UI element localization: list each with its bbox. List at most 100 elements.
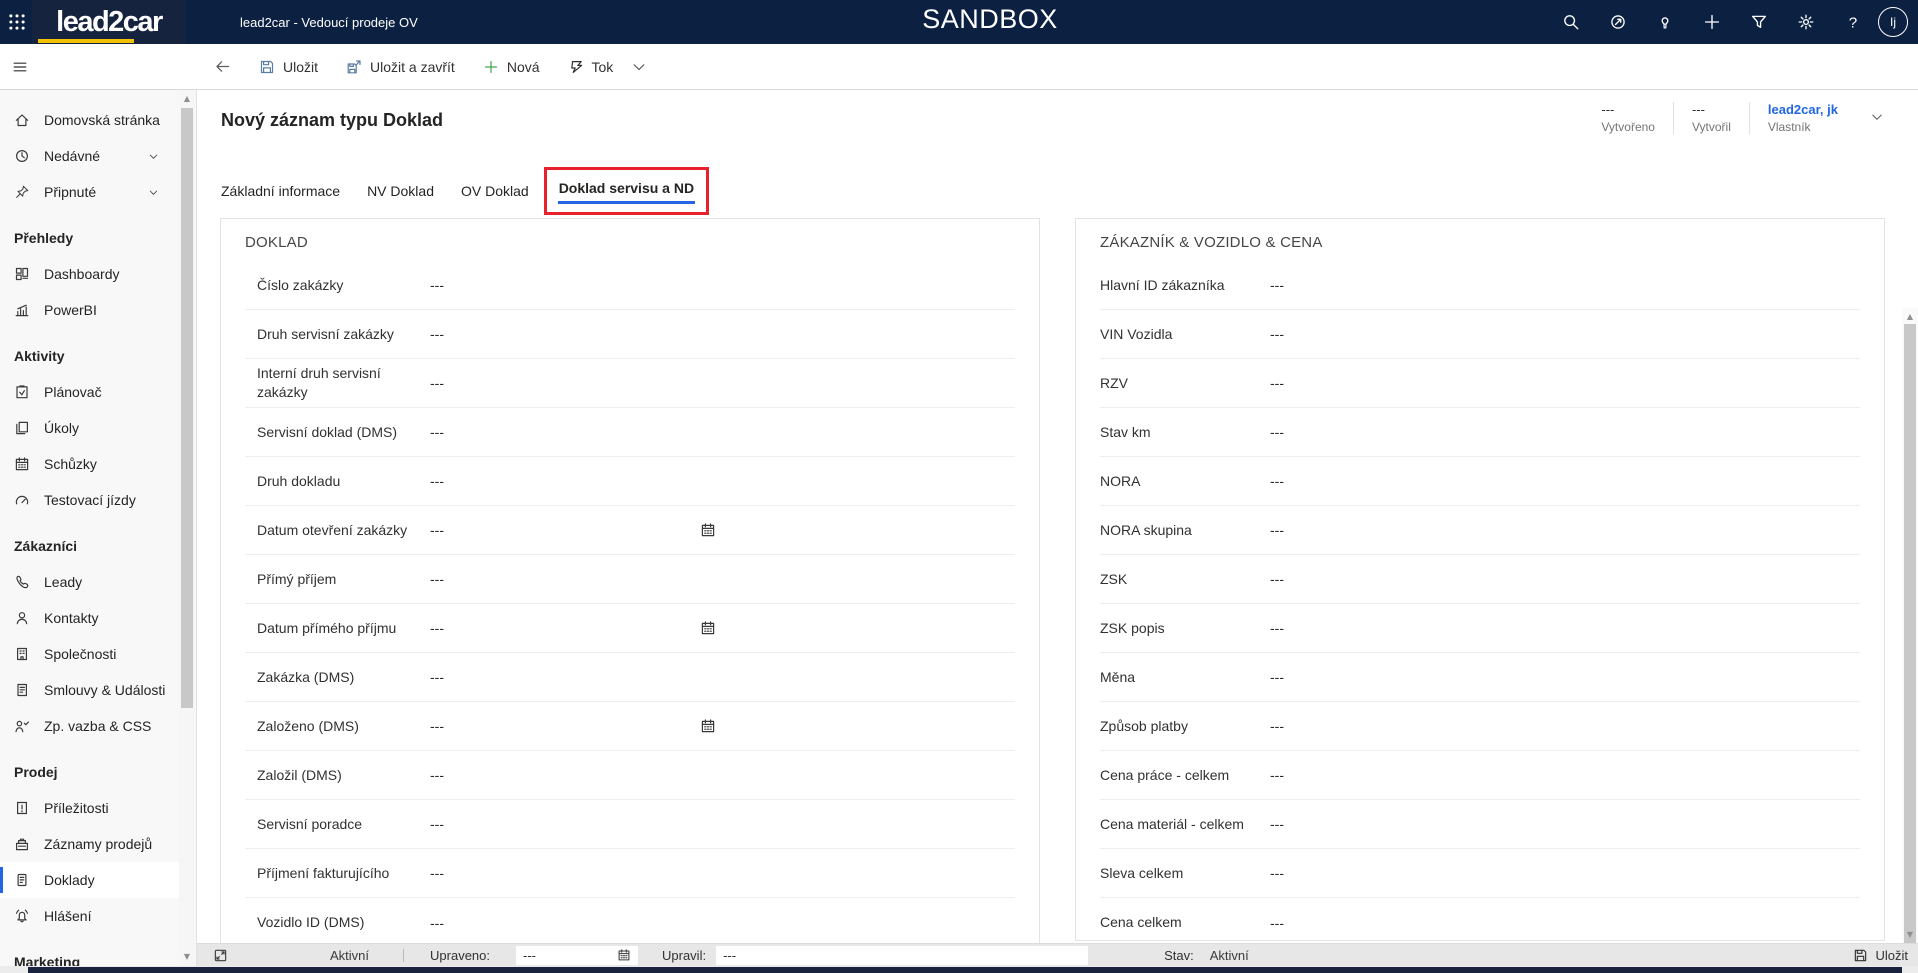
tab-ov-doklad[interactable]: OV Doklad: [461, 183, 529, 199]
calendar-icon[interactable]: [700, 718, 716, 734]
filter-button[interactable]: [1750, 13, 1768, 31]
sidebar-item-label: Domovská stránka: [44, 112, 173, 128]
form-field-row[interactable]: Přímý příjem---: [245, 555, 1015, 604]
expand-icon[interactable]: [213, 948, 228, 963]
tab-zakladni-informace[interactable]: Základní informace: [221, 183, 340, 199]
search-icon: [1562, 13, 1580, 31]
field-label: Sleva celkem: [1100, 864, 1270, 883]
field-label: Měna: [1100, 668, 1270, 687]
scrollbar-thumb[interactable]: [28, 967, 1902, 973]
hamburger-menu-icon[interactable]: [12, 59, 28, 75]
form-field-row[interactable]: Způsob platby---: [1100, 702, 1860, 751]
form-field-row[interactable]: Měna---: [1100, 653, 1860, 702]
scroll-up-icon[interactable]: ▲: [1902, 311, 1918, 323]
form-field-row[interactable]: Servisní poradce---: [245, 800, 1015, 849]
form-field-row[interactable]: Zakázka (DMS)---: [245, 653, 1015, 702]
form-field-row[interactable]: Číslo zakázky---: [245, 261, 1015, 310]
sidebar-item-pripnute[interactable]: Připnuté: [0, 174, 179, 210]
sidebar-item-spolecnosti[interactable]: Společnosti: [0, 636, 179, 672]
sidebar-item-schuzky[interactable]: Schůzky: [0, 446, 179, 482]
scrollbar-thumb[interactable]: [181, 108, 193, 708]
calendar-icon[interactable]: [700, 522, 716, 538]
form-field-row[interactable]: NORA---: [1100, 457, 1860, 506]
calendar-icon[interactable]: [617, 948, 631, 962]
quick-create-button[interactable]: [1703, 13, 1721, 31]
sidebar-item-hlaseni[interactable]: Hlášení: [0, 898, 179, 934]
scroll-down-icon[interactable]: ▼: [1902, 929, 1918, 941]
insights-icon: [1609, 13, 1627, 31]
sidebar-item-prilezitosti[interactable]: Příležitosti: [0, 790, 179, 826]
sidebar-item-smlouvy-udalosti[interactable]: Smlouvy & Události: [0, 672, 179, 708]
sidebar-item-leady[interactable]: Leady: [0, 564, 179, 600]
nova-button[interactable]: Nová: [483, 59, 540, 75]
brand-logo[interactable]: lead2car: [32, 0, 186, 44]
field-value: ---: [430, 375, 444, 391]
scrollbar-thumb[interactable]: [1904, 324, 1916, 973]
ulozit-a-zavrit-button[interactable]: Uložit a zavřít: [346, 59, 455, 75]
form-field-row[interactable]: Druh servisní zakázky---: [245, 310, 1015, 359]
sidebar-item-zp-vazba-css[interactable]: Zp. vazba & CSS: [0, 708, 179, 744]
form-field-row[interactable]: Vozidlo ID (DMS)---: [245, 898, 1015, 944]
form-field-row[interactable]: Založil (DMS)---: [245, 751, 1015, 800]
insights-button[interactable]: [1609, 13, 1627, 31]
calendar-icon[interactable]: [700, 620, 716, 636]
settings-button[interactable]: [1797, 13, 1815, 31]
sidebar-item-dashboardy[interactable]: Dashboardy: [0, 256, 179, 292]
sidebar-item-kontakty[interactable]: Kontakty: [0, 600, 179, 636]
save-label: Uložit: [1875, 948, 1908, 963]
form-field-row[interactable]: ZSK---: [1100, 555, 1860, 604]
avatar[interactable]: Ij: [1878, 7, 1908, 37]
ulozit-button[interactable]: Uložit: [259, 59, 318, 75]
modified-on-field[interactable]: ---: [516, 946, 638, 965]
scroll-up-icon[interactable]: ▲: [179, 93, 195, 105]
form-field-row[interactable]: ZSK popis---: [1100, 604, 1860, 653]
save-status-button[interactable]: Uložit: [1853, 948, 1908, 963]
sidebar-item-domovska-stranka[interactable]: Domovská stránka: [0, 102, 179, 138]
form-field-row[interactable]: Hlavní ID zákazníka---: [1100, 261, 1860, 310]
top-navigation-bar: lead2car lead2car - Vedoucí prodeje OV S…: [0, 0, 1918, 44]
form-field-row[interactable]: Interní druh servisní zakázky---: [245, 359, 1015, 408]
back-button[interactable]: [214, 58, 231, 75]
sidebar-item-doklady[interactable]: Doklady: [0, 862, 179, 898]
form-field-row[interactable]: VIN Vozidla---: [1100, 310, 1860, 359]
sidebar-item-ukoly[interactable]: Úkoly: [0, 410, 179, 446]
search-button[interactable]: [1562, 13, 1580, 31]
modified-by-field[interactable]: ---: [716, 946, 1088, 965]
tab-doklad-servisu-a-nd[interactable]: Doklad servisu a ND: [544, 167, 709, 215]
sidebar-item-planovac[interactable]: Plánovač: [0, 374, 179, 410]
waffle-menu-icon[interactable]: [8, 13, 26, 31]
form-field-row[interactable]: Stav km---: [1100, 408, 1860, 457]
tok-button[interactable]: Tok: [568, 59, 648, 75]
flow-icon: [568, 59, 584, 75]
form-tabs: Základní informace NV Doklad OV Doklad Dokl…: [197, 168, 1918, 214]
form-field-row[interactable]: Druh dokladu---: [245, 457, 1015, 506]
form-field-row[interactable]: Datum přímého příjmu---: [245, 604, 1015, 653]
form-field-row[interactable]: Cena materiál - celkem---: [1100, 800, 1860, 849]
sidebar-scrollbar[interactable]: ▲ ▼: [179, 90, 195, 973]
form-field-row[interactable]: Cena práce - celkem---: [1100, 751, 1860, 800]
form-field-row[interactable]: RZV---: [1100, 359, 1860, 408]
owner-link[interactable]: lead2car, jk: [1768, 102, 1838, 117]
tab-nv-doklad[interactable]: NV Doklad: [367, 183, 434, 199]
sidebar-item-powerbi[interactable]: PowerBI: [0, 292, 179, 328]
help-button[interactable]: ?: [1844, 13, 1862, 31]
form-field-row[interactable]: Cena celkem---: [1100, 898, 1860, 941]
horizontal-scrollbar[interactable]: [0, 966, 1918, 973]
sidebar-item-zaznamy-prodeju[interactable]: Záznamy prodejů: [0, 826, 179, 862]
form-field-row[interactable]: Sleva celkem---: [1100, 849, 1860, 898]
form-field-row[interactable]: Příjmení fakturujícího---: [245, 849, 1015, 898]
form-field-row[interactable]: Servisní doklad (DMS)---: [245, 408, 1015, 457]
sidebar-item-nedavne[interactable]: Nedávné: [0, 138, 179, 174]
form-field-row[interactable]: Datum otevření zakázky---: [245, 506, 1015, 555]
stat-created-by: --- Vytvořil: [1673, 102, 1749, 134]
chevron-down-icon[interactable]: [631, 59, 647, 75]
main-scrollbar[interactable]: ▲ ▼: [1902, 308, 1918, 943]
form-field-row[interactable]: NORA skupina---: [1100, 506, 1860, 555]
form-field-row[interactable]: Založeno (DMS)---: [245, 702, 1015, 751]
lightbulb-button[interactable]: [1656, 13, 1674, 31]
field-label: NORA skupina: [1100, 521, 1270, 540]
collapse-header-chevron-icon[interactable]: [1870, 110, 1884, 124]
sidebar-item-testovaci-jizdy[interactable]: Testovací jízdy: [0, 482, 179, 518]
record-header: Nový záznam typu Doklad --- Vytvořeno --…: [197, 90, 1918, 168]
scroll-down-icon[interactable]: ▼: [179, 951, 195, 963]
